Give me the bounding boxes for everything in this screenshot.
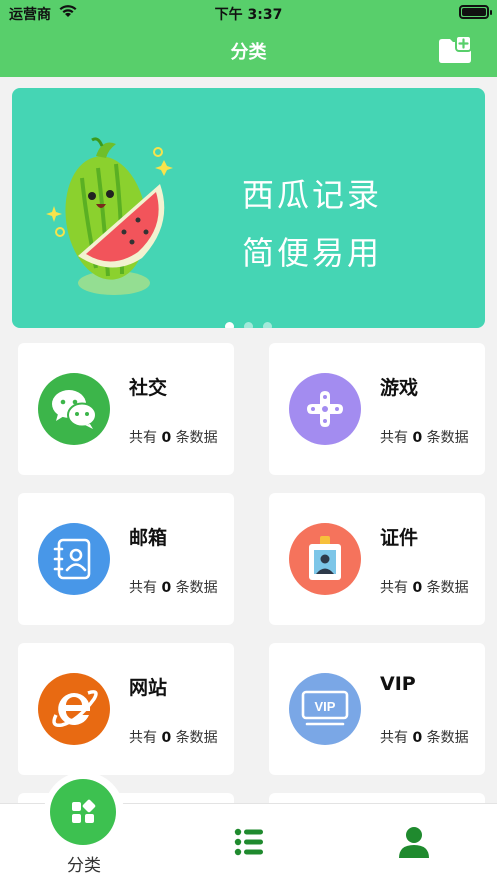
clock: 下午 3:37 [214, 7, 283, 23]
category-card-games[interactable]: 游戏 共有 0 条数据 [269, 343, 485, 475]
category-card-documents[interactable]: 证件 共有 0 条数据 [269, 493, 485, 625]
carousel-page-indicator[interactable] [12, 316, 485, 328]
category-count: 共有 0 条数据 [380, 430, 469, 446]
category-name: 网站 [129, 677, 168, 699]
page-title: 分类 [230, 42, 267, 63]
user-icon[interactable] [398, 826, 430, 862]
category-count: 共有 0 条数据 [380, 580, 469, 596]
id-badge-icon [289, 523, 361, 595]
category-name: 证件 [380, 527, 419, 549]
gamepad-icon [289, 373, 361, 445]
category-name: 游戏 [380, 377, 419, 399]
category-card-email[interactable]: 邮箱 共有 0 条数据 [18, 493, 234, 625]
category-grid-icon [72, 799, 96, 823]
watermelon-mascot-icon [46, 137, 173, 295]
category-count: 共有 0 条数据 [129, 430, 218, 446]
status-bar: 运营商 下午 3:37 [0, 0, 497, 26]
top-bar: 运营商 下午 3:37 分类 [0, 0, 497, 77]
list-icon[interactable] [234, 828, 264, 860]
category-name: VIP [380, 673, 416, 695]
battery-icon [459, 5, 492, 19]
category-card-social[interactable]: 社交 共有 0 条数据 [18, 343, 234, 475]
category-count: 共有 0 条数据 [380, 730, 469, 746]
category-card-websites[interactable]: 网站 共有 0 条数据 [18, 643, 234, 775]
banner-carousel[interactable]: 西瓜记录 简便易用 [12, 88, 485, 328]
tab-category[interactable] [50, 779, 116, 845]
contact-book-icon [38, 523, 110, 595]
category-name: 社交 [129, 377, 168, 399]
svg-text:VIP: VIP [315, 699, 336, 714]
vip-card-icon: VIP [289, 673, 361, 745]
ie-browser-icon [38, 673, 110, 745]
carousel-dot[interactable] [263, 322, 272, 328]
category-count: 共有 0 条数据 [129, 580, 218, 596]
folder-add-icon[interactable] [437, 35, 473, 64]
carousel-dot[interactable] [244, 322, 253, 328]
banner-subheadline: 简便易用 [242, 234, 383, 272]
wechat-icon [38, 373, 110, 445]
banner-headline: 西瓜记录 [242, 176, 383, 214]
category-card-vip[interactable]: VIP VIP 共有 0 条数据 [269, 643, 485, 775]
carousel-dot[interactable] [225, 322, 234, 328]
category-count: 共有 0 条数据 [129, 730, 218, 746]
tab-category-label[interactable]: 分类 [44, 851, 124, 876]
category-name: 邮箱 [129, 527, 168, 549]
